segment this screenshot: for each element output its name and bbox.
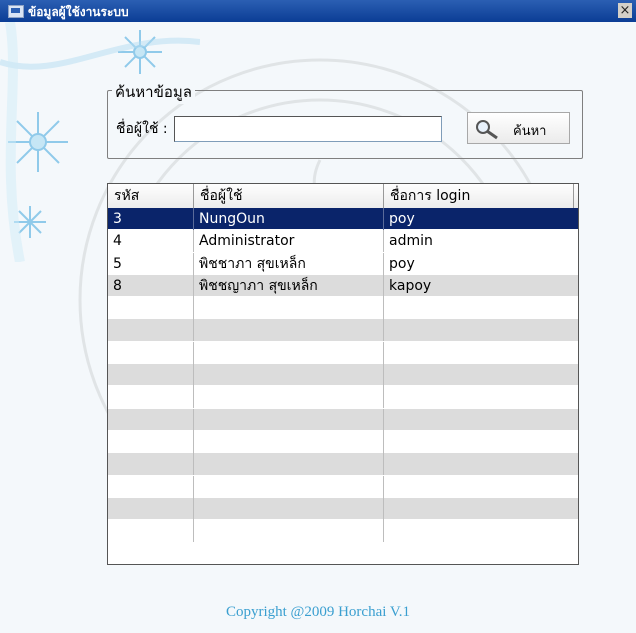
- empty-row: [108, 408, 578, 431]
- grid-body: 3 NungOun poy 4 Administrator admin 5 พิ…: [108, 208, 578, 543]
- empty-cell: [194, 475, 384, 498]
- empty-cell: [194, 297, 384, 320]
- empty-cell: [108, 297, 194, 320]
- empty-cell: [108, 319, 194, 342]
- cell-username: พิชชาภา สุขเหล็ก: [194, 252, 384, 275]
- empty-cell: [108, 497, 194, 520]
- empty-cell: [194, 319, 384, 342]
- empty-cell: [194, 386, 384, 409]
- search-button[interactable]: ค้นหา: [467, 112, 570, 144]
- empty-cell: [384, 476, 578, 498]
- cell-username: พิชชญาภา สุขเหล็ก: [194, 274, 384, 297]
- table-row[interactable]: 8 พิชชญาภา สุขเหล็ก kapoy: [108, 274, 578, 298]
- title-bar[interactable]: ข้อมูลผู้ใช้งานระบบ ×: [0, 0, 636, 22]
- empty-cell: [108, 430, 194, 453]
- empty-cell: [194, 497, 384, 520]
- cell-id: 5: [108, 252, 194, 275]
- search-button-label: ค้นหา: [513, 124, 547, 139]
- cell-username: Administrator: [194, 230, 384, 253]
- column-header-id[interactable]: รหัส: [108, 184, 194, 208]
- cell-login: poy: [389, 211, 415, 227]
- empty-cell: [384, 297, 578, 319]
- empty-cell: [384, 364, 578, 386]
- empty-row: [108, 297, 578, 320]
- empty-cell: [108, 386, 194, 409]
- empty-cell: [194, 341, 384, 364]
- username-search-input[interactable]: [174, 116, 442, 142]
- empty-cell: [384, 342, 578, 364]
- cell-id: 3: [108, 208, 194, 230]
- column-header-username[interactable]: ชื่อผู้ใช้: [194, 184, 384, 208]
- search-group-label: ค้นหาข้อมูล: [112, 80, 195, 104]
- empty-row: [108, 319, 578, 342]
- empty-cell: [384, 520, 578, 542]
- empty-cell: [108, 408, 194, 431]
- empty-cell: [384, 453, 578, 475]
- empty-cell: [384, 498, 578, 520]
- username-label: ชื่อผู้ใช้ :: [116, 121, 168, 137]
- column-header-login[interactable]: ชื่อการ login: [384, 184, 574, 208]
- table-row[interactable]: 3 NungOun poy: [108, 208, 578, 231]
- empty-row: [108, 453, 578, 476]
- cell-login: poy: [389, 255, 415, 272]
- cell-id: 8: [108, 274, 194, 297]
- empty-row: [108, 341, 578, 365]
- copyright-text: Copyright @2009 Horchai V.1: [225, 604, 411, 620]
- empty-cell: [108, 341, 194, 364]
- empty-cell: [108, 364, 194, 387]
- empty-row: [108, 364, 578, 387]
- empty-cell: [194, 453, 384, 476]
- close-button[interactable]: ×: [618, 3, 632, 18]
- empty-cell: [108, 520, 194, 543]
- empty-row: [108, 430, 578, 454]
- empty-row: [108, 497, 578, 521]
- empty-cell: [384, 431, 578, 453]
- cell-username: NungOun: [194, 208, 384, 230]
- grid-header: รหัส ชื่อผู้ใช้ ชื่อการ login: [108, 184, 578, 209]
- magnifier-icon: [476, 120, 498, 140]
- cell-login: admin: [389, 233, 433, 250]
- empty-cell: [384, 319, 578, 341]
- empty-cell: [108, 453, 194, 476]
- search-groupbox: ค้นหาข้อมูล ชื่อผู้ใช้ : ค้นหา: [107, 80, 583, 159]
- empty-cell: [194, 430, 384, 453]
- cell-login: kapoy: [389, 277, 432, 294]
- window-icon: [8, 5, 24, 18]
- empty-cell: [108, 475, 194, 498]
- table-row[interactable]: 4 Administrator admin: [108, 230, 578, 253]
- empty-row: [108, 475, 578, 498]
- table-row[interactable]: 5 พิชชาภา สุขเหล็ก poy: [108, 252, 578, 275]
- users-grid[interactable]: รหัส ชื่อผู้ใช้ ชื่อการ login 3 NungOun …: [107, 183, 579, 565]
- cell-id: 4: [108, 230, 194, 253]
- empty-row: [108, 386, 578, 409]
- empty-cell: [384, 409, 578, 431]
- empty-cell: [194, 520, 384, 543]
- window-title: ข้อมูลผู้ใช้งานระบบ: [28, 5, 129, 19]
- empty-cell: [384, 386, 578, 408]
- empty-cell: [194, 408, 384, 431]
- empty-row: [108, 520, 578, 543]
- empty-cell: [194, 364, 384, 387]
